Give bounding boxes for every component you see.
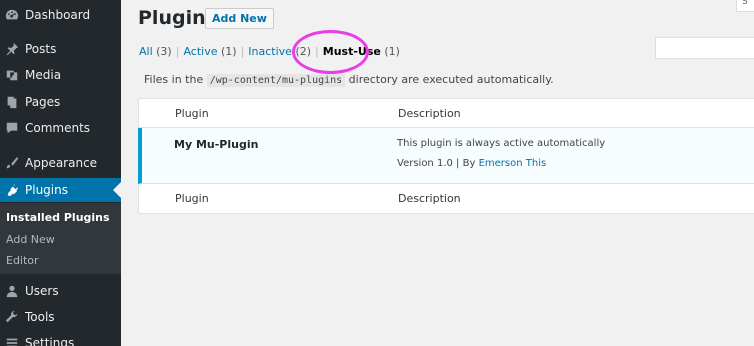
media-icon [5,68,19,82]
sidebar-item-label: Posts [25,42,57,56]
pushpin-icon [5,42,19,56]
column-footer-description: Description [398,192,461,205]
meta-separator: | [456,158,460,169]
sidebar-item-label: Users [25,284,59,298]
sidebar-item-appearance[interactable]: Appearance [0,151,121,175]
filter-active[interactable]: Active [183,45,217,58]
submenu-installed-plugins[interactable]: Installed Plugins [6,211,110,224]
plugin-name: My Mu-Plugin [174,138,259,151]
notice-prefix: Files in the [144,73,204,86]
table-footer: Plugin Description [139,184,754,213]
screen-options-button[interactable]: S [736,0,754,12]
filter-all[interactable]: All [139,45,153,58]
sidebar-item-tools[interactable]: Tools [0,305,121,329]
annotation-highlight-circle [292,30,369,74]
settings-icon [5,336,19,346]
plugin-description: This plugin is always active automatical… [397,138,606,149]
sidebar-item-settings[interactable]: Settings [0,331,121,346]
wrench-icon [5,310,19,324]
sidebar-item-dashboard[interactable]: Dashboard [0,3,121,27]
filter-all-count: (3) [156,45,172,58]
sidebar-item-users[interactable]: Users [0,279,121,303]
submenu-add-new[interactable]: Add New [6,233,55,246]
mu-plugins-path: /wp-content/mu-plugins [206,74,346,87]
sidebar-item-pages[interactable]: Pages [0,90,121,114]
pages-icon [5,95,19,109]
filter-separator: | [240,45,245,58]
sidebar-item-media[interactable]: Media [0,63,121,87]
sidebar-item-label: Plugins [25,183,68,197]
filter-active-count: (1) [220,45,237,58]
plugins-table: Plugin Description My Mu-Plugin This plu… [138,98,754,214]
plugin-author-link[interactable]: Emerson This [479,158,547,169]
mu-plugins-notice: Files in the /wp-content/mu-plugins dire… [144,73,554,87]
paintbrush-icon [5,156,19,170]
admin-sidebar: Dashboard Posts Media Pages Comments App… [0,0,121,346]
sidebar-item-label: Comments [25,121,91,135]
filter-must-use-count: (1) [384,45,400,58]
sidebar-item-comments[interactable]: Comments [0,116,121,140]
sidebar-item-label: Tools [25,310,55,324]
filter-inactive[interactable]: Inactive [248,45,292,58]
filter-separator: | [175,45,180,58]
search-plugins-input[interactable] [655,37,754,59]
table-header: Plugin Description [139,99,754,128]
sidebar-item-plugins[interactable]: Plugins [0,178,121,202]
sidebar-item-posts[interactable]: Posts [0,37,121,61]
plugin-by: By [462,158,476,169]
column-footer-plugin: Plugin [175,192,209,205]
dashboard-icon [5,8,19,22]
column-header-description: Description [398,107,461,120]
table-row: My Mu-Plugin This plugin is always activ… [138,128,754,184]
sidebar-item-label: Appearance [25,156,98,170]
plugins-submenu: Installed Plugins Add New Editor [0,203,121,274]
sidebar-item-label: Pages [25,95,61,109]
sidebar-item-label: Media [25,68,62,82]
plugin-version: Version 1.0 [397,158,453,169]
plugin-icon [5,183,19,197]
users-icon [5,284,19,298]
sidebar-item-label: Dashboard [25,8,91,22]
notice-suffix: directory are executed automatically. [348,73,554,86]
comment-icon [5,121,19,135]
sidebar-item-label: Settings [25,336,75,346]
add-new-button[interactable]: Add New [205,8,274,29]
submenu-editor[interactable]: Editor [6,254,39,267]
column-header-plugin: Plugin [175,107,209,120]
plugin-meta: Version 1.0 | By Emerson This [397,158,546,169]
